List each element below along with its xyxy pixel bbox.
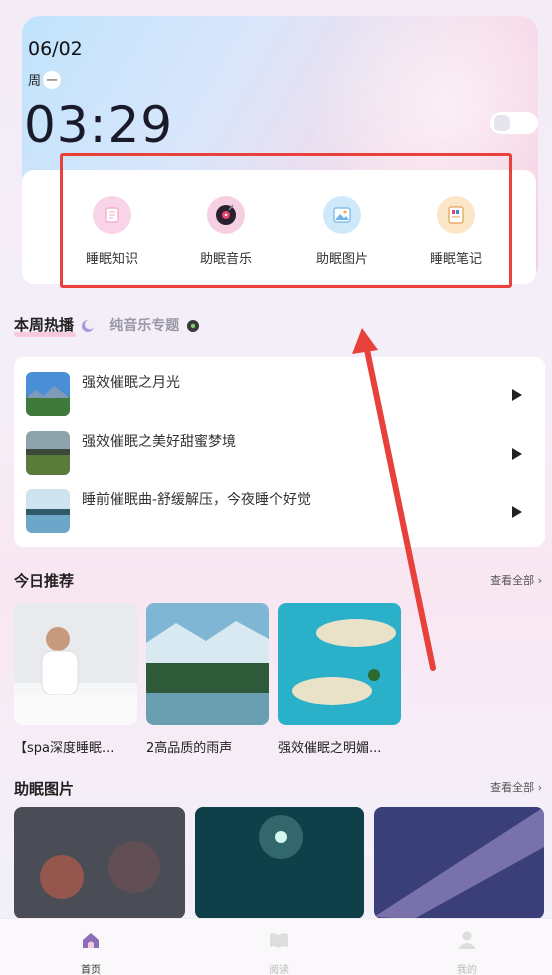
user-icon: [458, 931, 476, 949]
recommend-item[interactable]: 强效催眠之明媚...: [278, 603, 401, 756]
feature-sleep-notes[interactable]: 睡眠笔记: [416, 196, 496, 267]
recommend-caption: 【spa深度睡眠...: [14, 741, 115, 756]
recommend-image: [278, 603, 401, 725]
clock-time: 03:29: [24, 96, 174, 154]
recommend-image: [146, 603, 269, 725]
list-item[interactable]: 强效催眠之月光: [26, 372, 536, 416]
recommend-title: 今日推荐: [14, 572, 75, 590]
notebook-icon: [93, 196, 131, 234]
list-item[interactable]: 睡前催眠曲-舒缓解压，今夜睡个好觉: [26, 489, 536, 533]
weekday-badge: 一: [43, 70, 62, 89]
recommend-item[interactable]: 【spa深度睡眠...: [14, 603, 137, 756]
chevron-right-icon: ›: [537, 781, 542, 794]
picture-item[interactable]: [14, 807, 185, 919]
track-thumbnail: [26, 431, 70, 475]
theme-toggle[interactable]: [490, 112, 538, 134]
recommend-caption: 强效催眠之明媚...: [278, 741, 382, 756]
feature-label: 助眠音乐: [199, 252, 252, 267]
list-item[interactable]: 强效催眠之美好甜蜜梦境: [26, 431, 536, 475]
see-all-label: 查看全部: [490, 574, 535, 587]
feature-sleep-pictures[interactable]: 助眠图片: [302, 196, 382, 267]
nav-label: 阅读: [269, 965, 289, 975]
feature-sleep-music[interactable]: 助眠音乐: [186, 196, 266, 267]
feature-sleep-knowledge[interactable]: 睡眠知识: [72, 196, 152, 267]
vinyl-record-icon: [207, 196, 245, 234]
recommend-image: [14, 603, 137, 725]
play-icon[interactable]: [512, 506, 522, 518]
weekday-label: 周 一: [28, 70, 62, 89]
chevron-right-icon: ›: [537, 574, 542, 587]
feature-card: 睡眠知识 助眠音乐 助眠图片 睡眠笔记: [22, 170, 536, 284]
picture-icon: [323, 196, 361, 234]
home-icon: [83, 933, 99, 948]
nav-read[interactable]: 阅读: [249, 929, 309, 975]
weekday-prefix: 周: [28, 74, 42, 89]
recommend-see-all[interactable]: 查看全部 ›: [490, 572, 542, 588]
track-title: 强效催眠之月光: [82, 375, 180, 391]
play-icon[interactable]: [512, 389, 522, 401]
hot-list: 强效催眠之月光 强效催眠之美好甜蜜梦境 睡前催眠曲-舒缓解压，今夜睡个好觉: [14, 357, 545, 547]
feature-label: 助眠图片: [315, 252, 368, 267]
note-icon: [437, 196, 475, 234]
nav-label: 我的: [457, 965, 477, 975]
tab-weekly-hot-label: 本周热播: [14, 316, 75, 334]
track-title: 强效催眠之美好甜蜜梦境: [82, 434, 236, 450]
recommend-item[interactable]: 2高品质的雨声: [146, 603, 269, 756]
track-thumbnail: [26, 372, 70, 416]
nav-home[interactable]: 首页: [61, 929, 121, 975]
tab-pure-music-label: 纯音乐专题: [109, 317, 180, 334]
date-label: 06/02: [28, 38, 83, 60]
pictures-see-all[interactable]: 查看全部 ›: [490, 779, 542, 795]
track-thumbnail: [26, 489, 70, 533]
book-icon: [270, 933, 288, 948]
nav-mine[interactable]: 我的: [437, 929, 497, 975]
tab-weekly-hot[interactable]: 本周热播: [14, 314, 96, 337]
tab-pure-music[interactable]: 纯音乐专题: [109, 315, 200, 335]
picture-item[interactable]: [374, 807, 544, 919]
feature-label: 睡眠笔记: [429, 252, 482, 267]
pictures-title: 助眠图片: [14, 780, 75, 798]
see-all-label: 查看全部: [490, 781, 535, 794]
recommend-caption: 2高品质的雨声: [146, 741, 233, 756]
hot-tabs: 本周热播 纯音乐专题: [14, 314, 200, 337]
bottom-nav: 首页 阅读 我的: [0, 918, 552, 975]
picture-item[interactable]: [195, 807, 364, 919]
track-title: 睡前催眠曲-舒缓解压，今夜睡个好觉: [82, 492, 312, 508]
feature-label: 睡眠知识: [85, 252, 138, 267]
play-icon[interactable]: [512, 448, 522, 460]
nav-label: 首页: [81, 965, 101, 975]
record-icon: [187, 319, 200, 332]
toggle-knob[interactable]: [494, 115, 510, 131]
moon-icon: [82, 319, 96, 332]
